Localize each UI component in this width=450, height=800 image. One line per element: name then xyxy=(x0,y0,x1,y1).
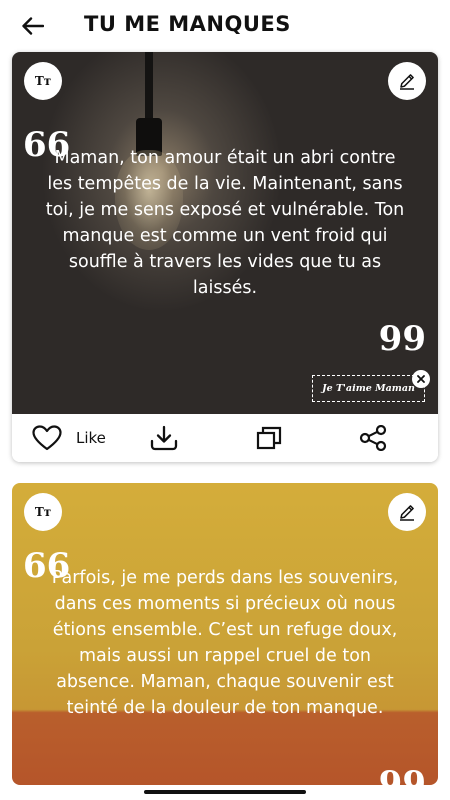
card-action-bar: Like xyxy=(12,414,438,462)
download-button[interactable] xyxy=(150,414,178,462)
share-icon xyxy=(359,425,387,451)
lamp-cord xyxy=(145,52,153,122)
quote-card: Tт 66 Parfois, je me perds dans les souv… xyxy=(12,483,438,785)
download-icon xyxy=(150,425,178,451)
quote-card: Tт 66 Maman, ton amour était un abri con… xyxy=(12,52,438,462)
heart-icon xyxy=(32,425,62,451)
text-size-icon: Tт xyxy=(34,74,52,88)
copy-button[interactable] xyxy=(256,414,282,462)
watermark-text: Je T'aime Maman xyxy=(322,383,415,394)
back-button[interactable] xyxy=(18,12,48,40)
watermark-label[interactable]: Je T'aime Maman xyxy=(312,375,425,402)
font-style-button[interactable]: Tт xyxy=(24,493,62,531)
quote-text: Parfois, je me perds dans les souvenirs,… xyxy=(51,568,399,718)
edit-button[interactable] xyxy=(388,62,426,100)
arrow-left-icon xyxy=(22,17,44,35)
close-icon xyxy=(417,375,425,383)
font-style-button[interactable]: Tт xyxy=(24,62,62,100)
like-label: Like xyxy=(76,429,106,447)
like-button[interactable]: Like xyxy=(32,414,106,462)
close-quote-icon: 99 xyxy=(378,764,426,785)
share-button[interactable] xyxy=(359,414,387,462)
edit-button[interactable] xyxy=(388,493,426,531)
page-title: TU ME MANQUES xyxy=(84,12,291,36)
home-indicator[interactable] xyxy=(144,790,306,794)
remove-watermark-button[interactable] xyxy=(412,370,430,388)
pencil-icon xyxy=(400,505,414,521)
text-size-icon: Tт xyxy=(34,505,52,519)
app-header: TU ME MANQUES xyxy=(0,0,450,52)
copy-icon xyxy=(256,426,282,450)
quote-text: Maman, ton amour était un abri contre le… xyxy=(45,148,405,298)
close-quote-icon: 99 xyxy=(378,319,426,359)
pencil-icon xyxy=(400,74,414,90)
